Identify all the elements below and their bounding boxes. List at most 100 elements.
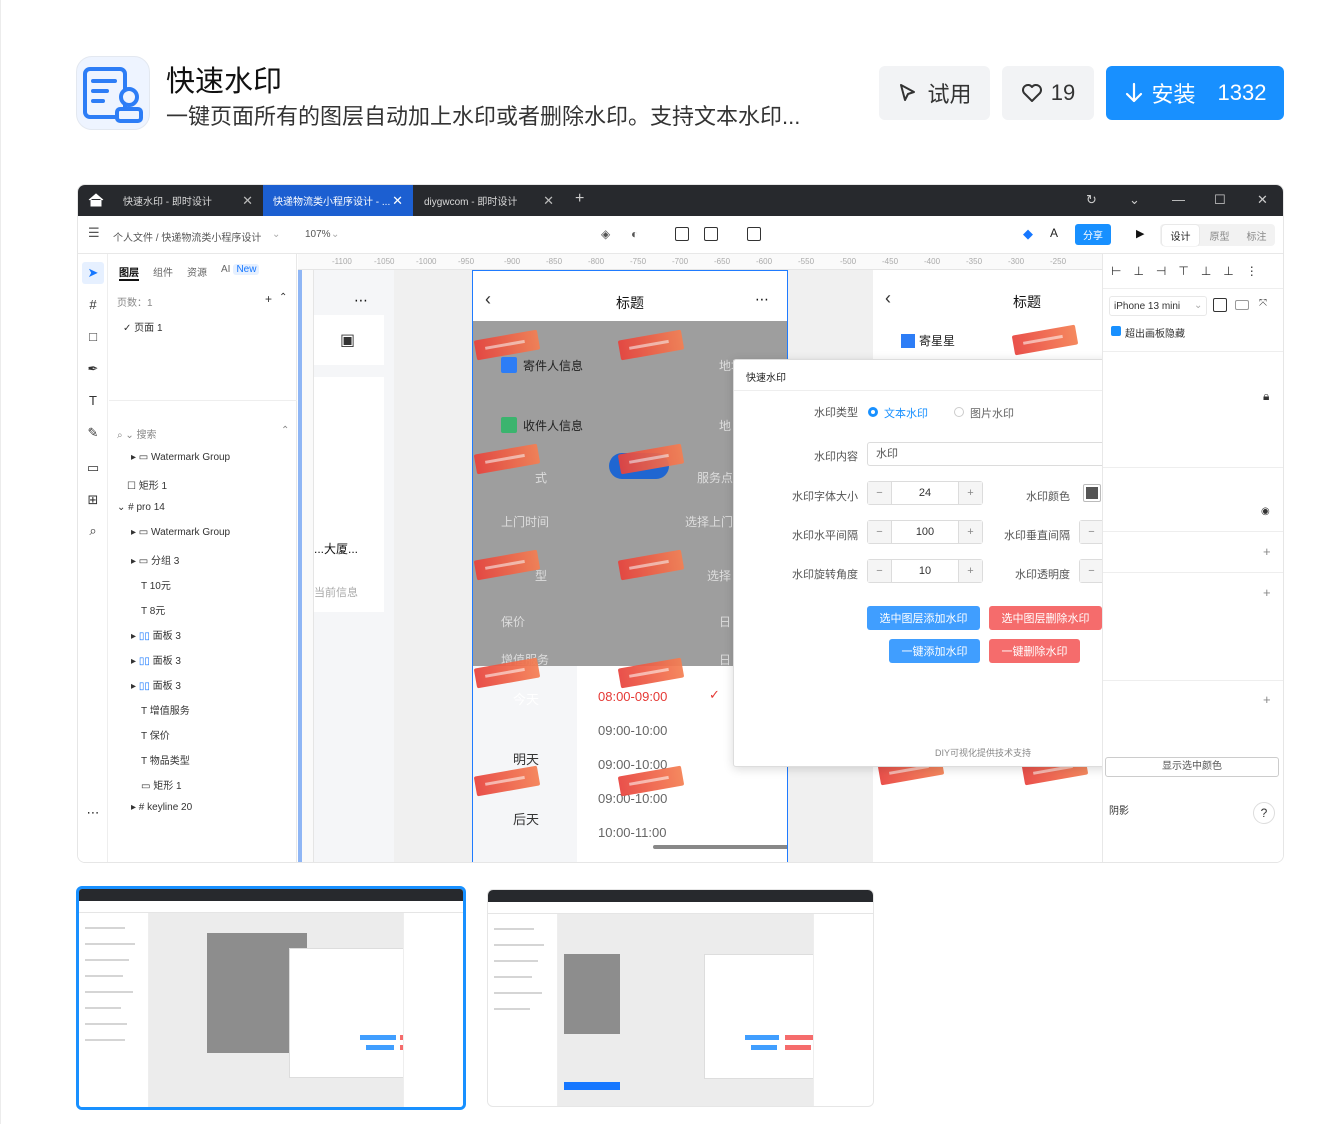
time-slot-selected[interactable]: 08:00-09:00	[598, 689, 667, 704]
layer-row[interactable]: ▭ 矩形 1	[141, 777, 182, 792]
close-icon[interactable]: ✕	[543, 193, 554, 209]
add-icon[interactable]: +	[1263, 692, 1271, 707]
color-swatch[interactable]	[1083, 484, 1101, 502]
component-icon[interactable]: ◈	[601, 227, 610, 241]
menu-icon[interactable]: ☰	[88, 225, 100, 241]
pencil-tool-icon[interactable]: ✎	[86, 426, 100, 440]
layer-row[interactable]: T 8元	[141, 602, 165, 617]
frame-left[interactable]: ⋯ ▣ ...大厦... 当前信息	[314, 270, 394, 862]
more-icon[interactable]: ⋯	[354, 292, 368, 309]
layer-row[interactable]: ⌄ # pro 14	[117, 502, 165, 513]
decrement-icon[interactable]: −	[868, 560, 892, 582]
portrait-icon[interactable]	[1213, 298, 1227, 312]
checkbox-checked[interactable]	[1111, 326, 1121, 336]
increment-icon[interactable]: +	[958, 521, 982, 543]
thumbnail-2[interactable]	[487, 889, 874, 1107]
day-after[interactable]: 后天	[513, 809, 539, 828]
landscape-icon[interactable]	[1235, 300, 1249, 310]
layer-search[interactable]: ⌕ ⌄ 搜索	[117, 426, 157, 441]
like-button[interactable]: 19	[1002, 66, 1094, 120]
content-input[interactable]: 水印	[867, 442, 1102, 466]
rectangle-tool-icon[interactable]: □	[86, 330, 100, 344]
window-tab-1[interactable]: 快速水印 - 即时设计 ✕	[113, 185, 263, 216]
layer-row[interactable]: ▸ ▯▯ 面板 3	[131, 652, 181, 667]
tab-layers[interactable]: 图层	[119, 264, 139, 281]
layer-row[interactable]: T 10元	[141, 577, 171, 592]
add-page-icon[interactable]: +	[265, 292, 272, 306]
layer-row[interactable]: ▸ # keyline 20	[131, 802, 192, 813]
window-tab-2[interactable]: 快递物流类小程序设计 - ... ✕	[263, 185, 413, 216]
decrement-icon[interactable]: −	[868, 521, 892, 543]
increment-icon[interactable]: +	[958, 482, 982, 504]
plugins-tool-icon[interactable]: ⊞	[86, 493, 100, 507]
eye-icon[interactable]: ◉	[1261, 506, 1270, 517]
page-item[interactable]: ✓ 页面 1	[123, 319, 163, 334]
plugin-cube-icon[interactable]: ◆	[1023, 226, 1033, 242]
font-size-value[interactable]: 24	[892, 482, 958, 504]
radio-text-watermark[interactable]	[868, 407, 878, 417]
decrement-icon[interactable]: −	[1080, 560, 1102, 582]
help-button[interactable]: ?	[1253, 802, 1275, 824]
minimize-icon[interactable]: —	[1172, 192, 1185, 207]
add-all-button[interactable]: 一键添加水印	[889, 639, 980, 663]
select-tool-icon[interactable]: ➤	[82, 262, 104, 284]
rotate-stepper[interactable]: − 10 +	[867, 559, 983, 583]
window-tab-3[interactable]: diygwcom - 即时设计 ✕	[414, 185, 564, 216]
play-icon[interactable]: ▶	[1136, 227, 1144, 240]
close-icon[interactable]: ✕	[242, 193, 253, 209]
tab-assets[interactable]: 资源	[187, 264, 207, 281]
try-button[interactable]: 试用	[879, 66, 990, 120]
breadcrumb[interactable]: 个人文件 / 快递物流类小程序设计	[113, 229, 261, 244]
edit-icon[interactable]	[675, 227, 689, 241]
contrast-icon[interactable]: ◐	[631, 227, 638, 241]
share-button[interactable]: 分享	[1075, 224, 1111, 245]
layer-row[interactable]: T 物品类型	[141, 752, 190, 767]
frame-tool-icon[interactable]: #	[86, 298, 100, 312]
show-fill-button[interactable]: 显示选中颜色	[1105, 757, 1279, 777]
h-gap-value[interactable]: 100	[892, 521, 958, 543]
align-icons[interactable]: ⊢⊥⊣⊤⊥⊥⋮	[1111, 264, 1270, 278]
time-slot[interactable]: 10:00-11:00	[598, 825, 666, 840]
radio-image-watermark[interactable]	[954, 407, 964, 417]
close-icon[interactable]: ✕	[392, 193, 403, 209]
device-select[interactable]: iPhone 13 mini ⌄	[1109, 296, 1207, 316]
more-icon[interactable]: ⋯	[86, 806, 100, 820]
back-icon[interactable]: ‹	[485, 289, 491, 310]
collapse-icon[interactable]: ⌃	[279, 292, 287, 303]
mode-prototype[interactable]: 原型	[1201, 228, 1238, 243]
comment-tool-icon[interactable]: ▭	[86, 461, 100, 475]
thumbnail-1-selected[interactable]	[76, 886, 466, 1110]
boolean-icon[interactable]	[704, 227, 718, 241]
day-today[interactable]: 今天	[513, 689, 539, 708]
layer-row[interactable]: ▸ ▭ Watermark Group	[131, 527, 230, 538]
font-icon[interactable]: A	[1050, 226, 1058, 240]
layer-row[interactable]: T 增值服务	[141, 702, 190, 717]
back-icon[interactable]: ‹	[885, 288, 891, 309]
font-size-stepper[interactable]: − 24 +	[867, 481, 983, 505]
v-gap-stepper[interactable]: − 100 +	[1079, 520, 1102, 544]
new-tab-icon[interactable]: +	[575, 190, 584, 208]
add-icon[interactable]: +	[1263, 544, 1271, 559]
chevron-down-icon[interactable]: ⌄	[272, 229, 280, 240]
design-canvas[interactable]: -1100 -1050 -1000 -950 -900 -850 -800 -7…	[298, 254, 1102, 862]
tab-components[interactable]: 组件	[153, 264, 173, 281]
remove-all-button[interactable]: 一键删除水印	[989, 639, 1080, 663]
collapse-all-icon[interactable]: ⌃	[281, 425, 289, 436]
window-close-icon[interactable]: ✕	[1257, 192, 1268, 208]
opacity-stepper[interactable]: − 60 +	[1079, 559, 1102, 583]
layer-row[interactable]: T 保价	[141, 727, 170, 742]
more-icon[interactable]: ⋯	[755, 291, 769, 308]
add-selected-button[interactable]: 选中图层添加水印	[867, 606, 980, 630]
layer-row[interactable]: ▸ ▯▯ 面板 3	[131, 627, 181, 642]
layer-row[interactable]: ▸ ▯▯ 面板 3	[131, 677, 181, 692]
text-tool-icon[interactable]: T	[86, 394, 100, 408]
h-gap-stepper[interactable]: − 100 +	[867, 520, 983, 544]
resize-icon[interactable]: ⤧	[1259, 298, 1267, 309]
lock-icon[interactable]: 🔒︎	[1263, 389, 1269, 404]
rotate-value[interactable]: 10	[892, 560, 958, 582]
decrement-icon[interactable]: −	[1080, 521, 1102, 543]
layer-row[interactable]: ☐ 矩形 1	[127, 477, 167, 492]
add-icon[interactable]: +	[1263, 585, 1271, 600]
time-slot[interactable]: 09:00-10:00	[598, 723, 667, 738]
increment-icon[interactable]: +	[958, 560, 982, 582]
